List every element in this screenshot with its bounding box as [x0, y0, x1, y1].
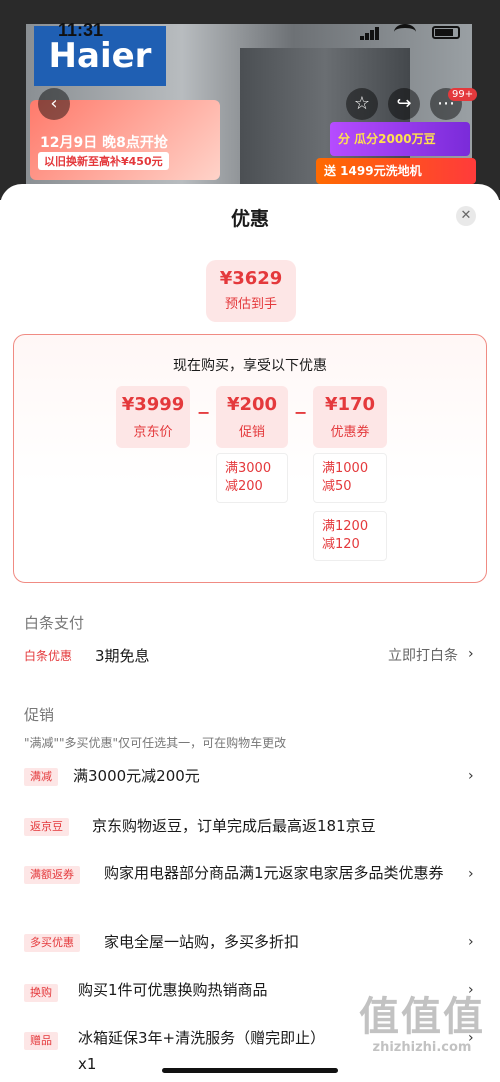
promo-section-title: 促销: [24, 706, 55, 724]
coupon-value: ¥170: [324, 394, 376, 415]
minus-sign: −: [294, 403, 308, 422]
promo-banner-right-1: 分 瓜分2000万豆: [330, 122, 470, 156]
promo-text: 购家用电器部分商品满1元返家电家居多品类优惠券: [104, 864, 444, 882]
jd-price-card: ¥3999 京东价: [116, 386, 190, 448]
discount-sheet: 优惠 ✕ ¥3629 预估到手 现在购买，享受以下优惠 ¥3999 京东价 − …: [0, 184, 500, 1082]
estimated-price-box: ¥3629 预估到手: [206, 260, 296, 322]
home-indicator[interactable]: [162, 1068, 338, 1073]
promo-left-title: 12月9日 晚8点开抢: [40, 135, 168, 151]
jd-price-value: ¥3999: [121, 394, 185, 415]
watermark-logo: 值值值: [359, 994, 485, 1040]
share-icon: ↪: [396, 93, 412, 114]
coupon-detail-1: 满1000 减50: [313, 453, 387, 503]
wifi-icon: [394, 24, 416, 40]
coupon-card: ¥170 优惠券: [313, 386, 387, 448]
baitiao-text: 3期免息: [95, 647, 150, 665]
discount-breakdown: 现在购买，享受以下优惠 ¥3999 京东价 − ¥200 促销 − ¥170 优…: [13, 334, 487, 583]
watermark-site: zhizhizhi.com: [372, 1040, 472, 1055]
chevron-right-icon: ›: [468, 768, 474, 784]
promo-tag: 满减: [24, 768, 58, 786]
baitiao-tag: 白条优惠: [24, 649, 73, 663]
jd-price-label: 京东价: [133, 425, 173, 440]
promo-tag: 换购: [24, 984, 58, 1002]
promo-tag: 赠品: [24, 1032, 58, 1050]
promo-tag: 满额返券: [24, 866, 80, 884]
share-button[interactable]: ↪: [388, 88, 420, 120]
signal-icon: [360, 26, 380, 40]
battery-icon: [432, 26, 460, 39]
status-icons: [360, 24, 470, 40]
promo-note: "满减""多买优惠"仅可任选其一，可在购物车更改: [24, 736, 287, 750]
cart-badge: 99+: [448, 88, 478, 101]
status-time: 11:31: [58, 20, 104, 40]
promo-text: 家电全屋一站购，多买多折扣: [104, 933, 300, 951]
baitiao-section-title: 白条支付: [24, 614, 85, 632]
back-button[interactable]: ‹: [38, 88, 70, 120]
promo-banner-right-2: 送 1499元洗地机: [316, 158, 476, 184]
gift-qty: x1: [78, 1055, 97, 1073]
promo-card: ¥200 促销: [216, 386, 288, 448]
promo-text: 冰箱延保3年+清洗服务（赠完即止）: [78, 1029, 326, 1047]
chevron-right-icon: ›: [468, 866, 474, 882]
close-icon: ✕: [460, 208, 472, 223]
chevron-right-icon: ›: [468, 934, 474, 950]
promo-tag: 返京豆: [24, 818, 69, 836]
promo-left-sub: 以旧换新至高补¥450元: [38, 152, 169, 170]
sheet-title: 优惠: [230, 208, 269, 230]
promo-text: 满3000元减200元: [73, 767, 200, 785]
promo-label: 促销: [238, 425, 265, 440]
baitiao-action[interactable]: 立即打白条: [388, 646, 458, 667]
promo-text: 京东购物返豆，订单完成后最高返181京豆: [92, 817, 376, 835]
favorite-button[interactable]: ☆: [346, 88, 378, 120]
minus-sign: −: [197, 403, 211, 422]
estimated-label: 预估到手: [224, 297, 277, 312]
promo-detail: 满3000 减200: [216, 453, 288, 503]
close-button[interactable]: ✕: [456, 206, 476, 226]
promo-tag: 多买优惠: [24, 934, 80, 952]
coupon-detail-2: 满1200 减120: [313, 511, 387, 561]
chevron-right-icon: ›: [468, 646, 474, 662]
promo-text: 购买1件可优惠换购热销商品: [78, 981, 268, 999]
estimated-price: ¥3629: [219, 268, 283, 289]
watermark: 值值值 zhizhizhi.com: [352, 994, 492, 1074]
coupon-label: 优惠券: [330, 425, 370, 440]
promo-value: ¥200: [226, 394, 278, 415]
star-icon: ☆: [353, 93, 371, 114]
breakdown-title: 现在购买，享受以下优惠: [173, 358, 327, 374]
